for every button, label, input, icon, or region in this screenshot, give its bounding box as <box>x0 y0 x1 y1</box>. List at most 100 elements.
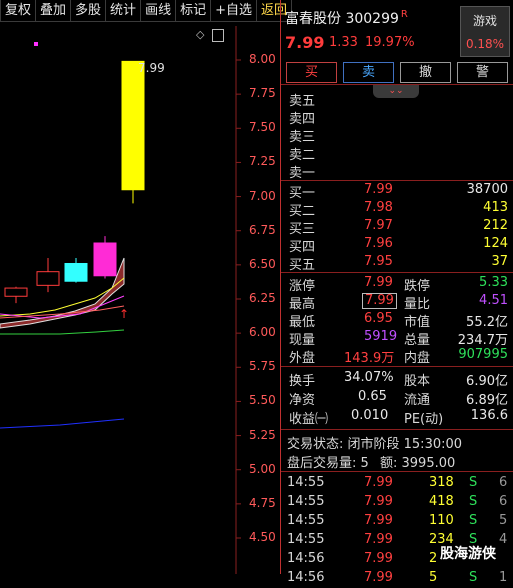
max-price-label: 7.99 <box>138 61 165 75</box>
bid-volume: 37 <box>491 254 508 269</box>
bid-price: 7.95 <box>364 254 393 269</box>
tick-volume: 318 <box>429 475 454 490</box>
bid-level-3: 买三 7.97 212 <box>281 218 513 237</box>
limit-down-label: 跌停 <box>404 279 431 294</box>
ask-level-5: 卖五 <box>281 90 513 109</box>
tick-price: 7.99 <box>364 513 393 528</box>
ask-level-3: 卖三 <box>281 126 513 145</box>
candle-body <box>36 271 60 286</box>
tick-count: 5 <box>499 513 508 528</box>
tick-side: S <box>469 513 478 528</box>
toolbar-draw-button[interactable]: 画线 <box>140 0 177 22</box>
sell-button[interactable]: 卖 <box>343 62 394 83</box>
tick-row: 14:55 7.99 110 S 5 <box>281 513 513 531</box>
price-change: 1.33 <box>329 35 358 50</box>
tick-volume: 418 <box>429 494 454 509</box>
toolbar-overlay-button[interactable]: 叠加 <box>35 0 72 22</box>
stat-row-current-vol: 现量 5919 总量 234.7万 <box>281 329 513 348</box>
y-axis-tick-label: 5.75 <box>249 359 276 374</box>
outer-volume-value: 143.9万 <box>344 351 395 366</box>
candlestick-chart[interactable]: ↑ 7.99 8.00 7.75 7.50 7.25 7.00 6.75 6.50 6.25 6… <box>0 26 278 574</box>
tick-volume: 110 <box>429 513 454 528</box>
market-cap-value: 55.2亿 <box>466 315 508 330</box>
tick-time: 14:55 <box>287 475 325 490</box>
candle-body <box>4 287 28 297</box>
inner-volume-value: 907995 <box>458 347 508 362</box>
after-hours-amount-text: 额: 3995.00 <box>380 456 456 471</box>
stock-title: 富春股份 300299 R <box>285 8 408 28</box>
toolbar-add-watchlist-button[interactable]: +自选 <box>210 0 257 22</box>
up-arrow-icon: ↑ <box>119 307 129 321</box>
bid-label: 买四 <box>289 240 316 255</box>
bid-label: 买三 <box>289 222 316 237</box>
ask-level-1: 卖一 <box>281 162 513 181</box>
tick-time: 14:55 <box>287 532 325 547</box>
alert-button[interactable]: 警 <box>457 62 508 83</box>
ask-label: 卖四 <box>289 112 316 127</box>
float-label: 流通 <box>404 393 431 408</box>
tick-volume: 5 <box>429 570 438 585</box>
eps-value: 0.010 <box>351 408 389 423</box>
buy-button[interactable]: 买 <box>286 62 337 83</box>
bid-level-4: 买四 7.96 124 <box>281 236 513 255</box>
tick-price: 7.99 <box>364 494 393 509</box>
bid-price: 7.96 <box>364 236 393 251</box>
ask-label: 卖五 <box>289 94 316 109</box>
bid-volume: 413 <box>483 200 508 215</box>
price-change-percent: 19.97% <box>365 35 415 50</box>
tick-volume: 2 <box>429 551 438 566</box>
bid-label: 买二 <box>289 204 316 219</box>
sector-box[interactable]: 游戏 0.18% <box>460 6 510 57</box>
after-hours-volume: 盘后交易量: 5 额: 3995.00 <box>281 452 513 471</box>
volume-ratio-label: 量比 <box>404 297 431 312</box>
share-capital-value: 6.90亿 <box>466 374 508 389</box>
cancel-order-button[interactable]: 撤 <box>400 62 451 83</box>
y-axis-tick-label: 8.00 <box>249 52 276 66</box>
watermark-text: 股海游侠 <box>440 546 496 562</box>
fund-row-turnover: 换手 34.07% 股本 6.90亿 <box>281 370 513 389</box>
y-axis-tick-label: 6.50 <box>249 256 276 271</box>
last-price: 7.99 <box>285 33 325 52</box>
candle-body <box>64 262 88 282</box>
y-axis-tick-label: 7.75 <box>249 86 276 101</box>
high-value: 7.99 <box>362 293 397 309</box>
stat-row-low: 最低 6.95 市值 55.2亿 <box>281 311 513 330</box>
bid-price: 7.98 <box>364 200 393 215</box>
quote-panel: 富春股份 300299 R 7.99 1.33 19.97% 游戏 0.18% 买… <box>280 0 513 585</box>
bid-level-5: 买五 7.95 37 <box>281 254 513 273</box>
toolbar-fuquan-button[interactable]: 复权 <box>0 0 37 22</box>
tick-count: 4 <box>499 532 508 547</box>
ask-level-2: 卖二 <box>281 144 513 163</box>
float-value: 6.89亿 <box>466 393 508 408</box>
stat-row-limit: 涨停 7.99 跌停 5.33 <box>281 275 513 294</box>
net-asset-label: 净资 <box>289 393 316 408</box>
candle-body <box>121 60 145 191</box>
limit-up-label: 涨停 <box>289 279 316 294</box>
total-volume-label: 总量 <box>404 333 431 348</box>
y-axis-tick-label: 4.50 <box>249 530 276 544</box>
y-axis-tick-label: 6.75 <box>249 222 276 237</box>
toolbar-multistock-button[interactable]: 多股 <box>70 0 107 22</box>
stat-row-outer: 外盘 143.9万 内盘 907995 <box>281 347 513 366</box>
bid-label: 买一 <box>289 186 316 201</box>
trade-status: 交易状态: 闭市阶段 15:30:00 <box>281 433 513 452</box>
toolbar-stats-button[interactable]: 统计 <box>105 0 142 22</box>
inner-volume-label: 内盘 <box>404 351 431 366</box>
stock-code: 300299 <box>345 11 399 27</box>
y-axis-tick-label: 6.25 <box>249 291 276 305</box>
tick-price: 7.99 <box>364 475 393 490</box>
total-volume-value: 234.7万 <box>457 333 508 348</box>
toolbar-mark-button[interactable]: 标记 <box>175 0 212 22</box>
low-label: 最低 <box>289 315 316 330</box>
bid-price: 7.97 <box>364 218 393 233</box>
limit-up-value: 7.99 <box>364 275 393 290</box>
bid-label: 买五 <box>289 258 316 273</box>
net-asset-value: 0.65 <box>358 389 387 404</box>
eps-label: 收益㈠ <box>289 412 329 427</box>
tick-count: 1 <box>499 570 508 585</box>
tick-time: 14:55 <box>287 494 325 509</box>
y-axis-tick-label: 5.50 <box>249 393 276 408</box>
ask-label: 卖一 <box>289 166 316 181</box>
tick-time: 14:56 <box>287 551 325 566</box>
y-axis-tick-label: 5.25 <box>249 427 276 442</box>
